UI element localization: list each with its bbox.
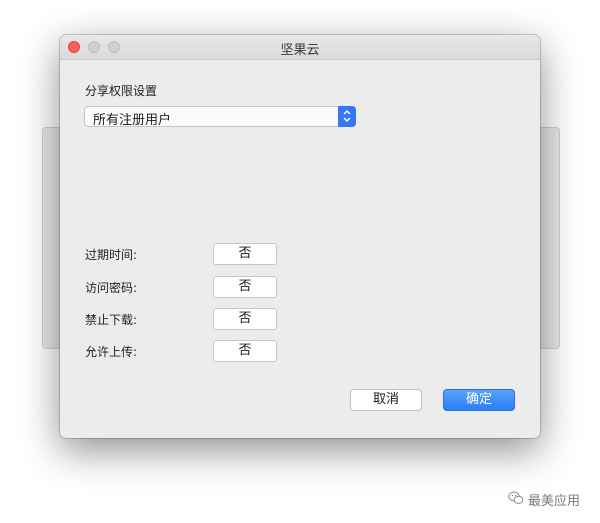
disable-download-button[interactable]: 否 [213,308,277,330]
wechat-icon [508,491,524,509]
title-bar[interactable]: 坚果云 [60,35,540,60]
watermark-text: 最美应用 [527,494,580,509]
cancel-button[interactable]: 取消 [350,389,422,411]
watermark: 最美应用 [508,490,580,509]
allow-upload-label: 允许上传: [85,345,138,359]
window-title: 坚果云 [280,43,320,58]
ok-button[interactable]: 确定 [443,389,515,411]
disable-download-row: 禁止下载: 否 [85,308,285,330]
disable-download-label: 禁止下载: [85,313,138,327]
expiry-time-row: 过期时间: 否 [85,243,285,265]
expiry-time-button[interactable]: 否 [213,243,277,265]
access-password-row: 访问密码: 否 [85,276,285,298]
allow-upload-button[interactable]: 否 [213,340,277,362]
chevron-up-down-icon[interactable] [338,106,356,127]
share-permission-value: 所有注册用户 [93,113,172,128]
access-password-label: 访问密码: [85,281,138,295]
access-password-button[interactable]: 否 [213,276,277,298]
allow-upload-row: 允许上传: 否 [85,340,285,362]
share-settings-dialog: 坚果云 分享权限设置 所有注册用户 过期时间: 否 访问密码: 否 禁止下载: … [60,35,540,438]
expiry-time-label: 过期时间: [85,248,138,262]
screen: 坚果云 分享权限设置 所有注册用户 过期时间: 否 访问密码: 否 禁止下载: … [0,0,600,523]
share-permission-label: 分享权限设置 [85,84,158,98]
share-permission-select[interactable]: 所有注册用户 [84,106,356,128]
